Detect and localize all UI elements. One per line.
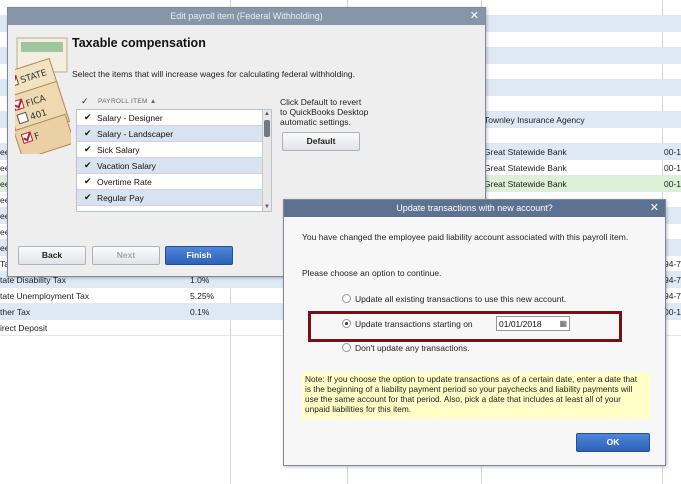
payroll-row-number: 00-1 (664, 307, 681, 317)
section-heading: Taxable compensation (72, 36, 206, 50)
payroll-row-agency: Great Statewide Bank (484, 179, 567, 189)
default-hint-line: automatic settings. (280, 117, 351, 127)
payroll-item-row[interactable]: ✔ Sick Salary (77, 142, 263, 158)
payroll-item-label: Salary - Designer (97, 113, 163, 123)
update-starting-label[interactable]: Update transactions starting on (355, 319, 473, 329)
list-scrollbar[interactable]: ▲ ▼ (262, 110, 271, 211)
checkmark-icon[interactable]: ✔ (84, 160, 92, 171)
payroll-item-label: Salary - Landscaper (97, 129, 174, 139)
start-date-value: 01/01/2018 (499, 319, 542, 329)
payroll-row-rate: 5.25% (190, 291, 215, 301)
payroll-item-row[interactable]: ✔ Regular Pay (77, 190, 263, 206)
note-line: Note: If you choose the option to update… (305, 374, 638, 384)
checkmark-column-header[interactable]: ✓ (81, 96, 89, 107)
checkmark-icon[interactable]: ✔ (84, 176, 92, 187)
update-transactions-dialog: Update transactions with new account? ✕ … (283, 199, 666, 466)
calendar-icon[interactable]: ▦ (559, 319, 567, 328)
payroll-item-row[interactable]: ✔ Salary - Designer (77, 110, 263, 126)
checkmark-icon[interactable]: ✔ (84, 112, 92, 123)
dont-update-label[interactable]: Don't update any transactions. (355, 343, 470, 353)
payroll-row-number: 00-1 (664, 179, 681, 189)
payroll-item-label: Vacation Salary (97, 161, 156, 171)
checkmark-icon[interactable]: ✔ (84, 128, 92, 139)
default-button[interactable]: Default (282, 132, 360, 151)
payroll-row-number: 94-7 (664, 275, 681, 285)
payroll-row-name: tate Unemployment Tax (0, 291, 90, 301)
payroll-item-list: ✔ Salary - Designer ✔ Salary - Landscaper ✔ S… (76, 109, 272, 212)
scroll-up-icon[interactable]: ▲ (264, 111, 270, 117)
back-button[interactable]: Back (18, 246, 86, 265)
checkmark-icon[interactable]: ✔ (84, 192, 92, 203)
payroll-row-name: ther Tax (0, 307, 31, 317)
note-line: use the same account for that period. Al… (305, 394, 621, 404)
default-hint-line: Click Default to revert (280, 97, 362, 107)
ok-button[interactable]: OK (576, 433, 650, 452)
start-date-field[interactable]: 01/01/2018 ▦ (496, 316, 570, 331)
payroll-item-row[interactable]: ✔ Salary - Landscaper (77, 126, 263, 142)
payroll-item-label: Overtime Rate (97, 177, 152, 187)
payroll-row-number: 94-7 (664, 291, 681, 301)
edit-window-title: Edit payroll item (Federal Withholding) (170, 11, 323, 21)
update-starting-radio[interactable] (342, 319, 351, 328)
edit-window-titlebar[interactable]: Edit payroll item (Federal Withholding) … (8, 8, 485, 25)
update-all-radio[interactable] (342, 294, 351, 303)
payroll-row-name: irect Deposit (0, 323, 48, 333)
tax-forms-illustration: STATE FICA 401 F (15, 37, 71, 154)
choose-option-prompt: Please choose an option to continue. (302, 268, 442, 278)
default-hint-line: to QuickBooks Desktop (280, 107, 369, 117)
payroll-item-label: Regular Pay (97, 193, 144, 203)
default-hint: Click Default to revert to QuickBooks De… (280, 97, 390, 127)
next-button[interactable]: Next (92, 246, 160, 265)
scroll-thumb[interactable] (264, 120, 270, 137)
update-dialog-title: Update transactions with new account? (396, 203, 553, 213)
payroll-row-agency: Great Statewide Bank (484, 163, 567, 173)
date-guidance-note: Note: If you choose the option to update… (302, 372, 650, 419)
close-icon[interactable]: ✕ (650, 200, 659, 217)
update-all-label[interactable]: Update all existing transactions to use … (355, 294, 566, 304)
dont-update-radio[interactable] (342, 343, 351, 352)
payroll-item-column-header[interactable]: PAYROLL ITEM ▲ (98, 98, 157, 105)
note-line: unpaid liabilities for this item. (305, 404, 412, 414)
payroll-item-row[interactable]: ✔ Overtime Rate (77, 174, 263, 190)
payroll-row-rate: 0.1% (190, 307, 210, 317)
update-dialog-titlebar[interactable]: Update transactions with new account? ✕ (284, 200, 665, 217)
payroll-row-number: 00-1 (664, 147, 681, 157)
finish-button[interactable]: Finish (165, 246, 233, 265)
payroll-row-number: 00-1 (664, 163, 681, 173)
payroll-row-agency: Townley Insurance Agency (484, 115, 585, 125)
payroll-item-row[interactable]: ✔ Vacation Salary (77, 158, 263, 174)
payroll-row-number: 94-7 (664, 259, 681, 269)
payroll-item-label: Sick Salary (97, 145, 140, 155)
checkmark-icon[interactable]: ✔ (84, 144, 92, 155)
payroll-row-agency: Great Statewide Bank (484, 147, 567, 157)
changed-account-message: You have changed the employee paid liabi… (302, 232, 629, 242)
payroll-item-list-header: ✓ PAYROLL ITEM ▲ (76, 96, 272, 109)
close-icon[interactable]: ✕ (470, 8, 479, 25)
scroll-down-icon[interactable]: ▼ (264, 204, 270, 210)
payroll-item-column-label: PAYROLL ITEM (98, 98, 148, 105)
instructions-text: Select the items that will increase wage… (72, 69, 356, 79)
note-line: is the beginning of a liability payment … (305, 384, 633, 394)
